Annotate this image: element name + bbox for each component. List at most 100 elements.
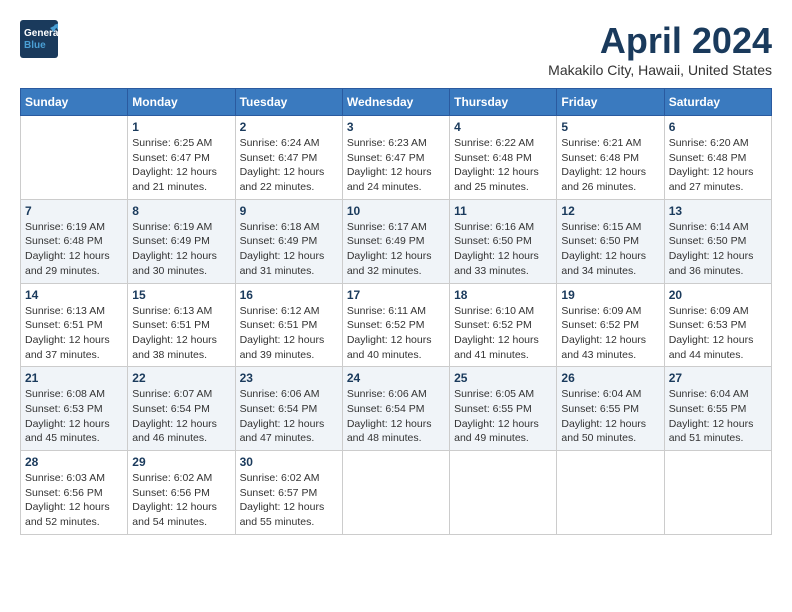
title-block: April 2024 Makakilo City, Hawaii, United… xyxy=(548,20,772,78)
day-info: Sunrise: 6:22 AM Sunset: 6:48 PM Dayligh… xyxy=(454,136,552,195)
day-info: Sunrise: 6:13 AM Sunset: 6:51 PM Dayligh… xyxy=(132,304,230,363)
calendar-week-row: 7 Sunrise: 6:19 AM Sunset: 6:48 PM Daylig… xyxy=(21,199,772,283)
calendar-cell: 17 Sunrise: 6:11 AM Sunset: 6:52 PM Dayli… xyxy=(342,283,449,367)
day-number: 17 xyxy=(347,288,445,302)
calendar-day-header: Tuesday xyxy=(235,89,342,116)
logo-icon: General Blue xyxy=(20,20,58,58)
calendar-week-row: 28Sunrise: 6:03 AM Sunset: 6:56 PM Dayli… xyxy=(21,451,772,535)
day-info: Sunrise: 6:25 AM Sunset: 6:47 PM Dayligh… xyxy=(132,136,230,195)
day-number: 22 xyxy=(132,371,230,385)
day-info: Sunrise: 6:14 AM Sunset: 6:50 PM Dayligh… xyxy=(669,220,767,279)
logo: General Blue xyxy=(20,20,58,58)
calendar-day-header: Saturday xyxy=(664,89,771,116)
calendar-cell xyxy=(21,116,128,200)
day-number: 23 xyxy=(240,371,338,385)
day-info: Sunrise: 6:12 AM Sunset: 6:51 PM Dayligh… xyxy=(240,304,338,363)
day-info: Sunrise: 6:13 AM Sunset: 6:51 PM Dayligh… xyxy=(25,304,123,363)
day-number: 10 xyxy=(347,204,445,218)
day-info: Sunrise: 6:04 AM Sunset: 6:55 PM Dayligh… xyxy=(561,387,659,446)
day-number: 5 xyxy=(561,120,659,134)
day-number: 8 xyxy=(132,204,230,218)
day-info: Sunrise: 6:23 AM Sunset: 6:47 PM Dayligh… xyxy=(347,136,445,195)
calendar-cell: 19 Sunrise: 6:09 AM Sunset: 6:52 PM Dayli… xyxy=(557,283,664,367)
day-number: 26 xyxy=(561,371,659,385)
day-number: 14 xyxy=(25,288,123,302)
calendar-cell: 27 Sunrise: 6:04 AM Sunset: 6:55 PM Dayli… xyxy=(664,367,771,451)
day-info: Sunrise: 6:19 AM Sunset: 6:49 PM Dayligh… xyxy=(132,220,230,279)
calendar-day-header: Friday xyxy=(557,89,664,116)
calendar-header-row: SundayMondayTuesdayWednesdayThursdayFrid… xyxy=(21,89,772,116)
day-number: 30 xyxy=(240,455,338,469)
day-info: Sunrise: 6:21 AM Sunset: 6:48 PM Dayligh… xyxy=(561,136,659,195)
day-info: Sunrise: 6:09 AM Sunset: 6:53 PM Dayligh… xyxy=(669,304,767,363)
day-number: 6 xyxy=(669,120,767,134)
calendar-week-row: 21Sunrise: 6:08 AM Sunset: 6:53 PM Dayli… xyxy=(21,367,772,451)
day-number: 3 xyxy=(347,120,445,134)
calendar-cell: 3 Sunrise: 6:23 AM Sunset: 6:47 PM Daylig… xyxy=(342,116,449,200)
calendar-cell: 13 Sunrise: 6:14 AM Sunset: 6:50 PM Dayli… xyxy=(664,199,771,283)
day-info: Sunrise: 6:16 AM Sunset: 6:50 PM Dayligh… xyxy=(454,220,552,279)
calendar-week-row: 1 Sunrise: 6:25 AM Sunset: 6:47 PM Daylig… xyxy=(21,116,772,200)
day-info: Sunrise: 6:19 AM Sunset: 6:48 PM Dayligh… xyxy=(25,220,123,279)
day-info: Sunrise: 6:24 AM Sunset: 6:47 PM Dayligh… xyxy=(240,136,338,195)
calendar-cell xyxy=(664,451,771,535)
calendar-cell: 16Sunrise: 6:12 AM Sunset: 6:51 PM Dayli… xyxy=(235,283,342,367)
calendar-day-header: Monday xyxy=(128,89,235,116)
day-info: Sunrise: 6:20 AM Sunset: 6:48 PM Dayligh… xyxy=(669,136,767,195)
calendar-day-header: Sunday xyxy=(21,89,128,116)
day-info: Sunrise: 6:04 AM Sunset: 6:55 PM Dayligh… xyxy=(669,387,767,446)
day-info: Sunrise: 6:06 AM Sunset: 6:54 PM Dayligh… xyxy=(240,387,338,446)
day-number: 18 xyxy=(454,288,552,302)
day-info: Sunrise: 6:07 AM Sunset: 6:54 PM Dayligh… xyxy=(132,387,230,446)
calendar-cell: 29Sunrise: 6:02 AM Sunset: 6:56 PM Dayli… xyxy=(128,451,235,535)
day-number: 21 xyxy=(25,371,123,385)
calendar-cell: 20Sunrise: 6:09 AM Sunset: 6:53 PM Dayli… xyxy=(664,283,771,367)
calendar-day-header: Thursday xyxy=(450,89,557,116)
day-number: 25 xyxy=(454,371,552,385)
day-number: 7 xyxy=(25,204,123,218)
calendar-cell: 2Sunrise: 6:24 AM Sunset: 6:47 PM Daylig… xyxy=(235,116,342,200)
day-number: 13 xyxy=(669,204,767,218)
day-number: 1 xyxy=(132,120,230,134)
day-number: 11 xyxy=(454,204,552,218)
svg-text:Blue: Blue xyxy=(24,40,46,51)
day-info: Sunrise: 6:10 AM Sunset: 6:52 PM Dayligh… xyxy=(454,304,552,363)
day-info: Sunrise: 6:17 AM Sunset: 6:49 PM Dayligh… xyxy=(347,220,445,279)
day-info: Sunrise: 6:09 AM Sunset: 6:52 PM Dayligh… xyxy=(561,304,659,363)
calendar-cell: 30 Sunrise: 6:02 AM Sunset: 6:57 PM Dayli… xyxy=(235,451,342,535)
day-number: 24 xyxy=(347,371,445,385)
day-info: Sunrise: 6:02 AM Sunset: 6:57 PM Dayligh… xyxy=(240,471,338,530)
main-title: April 2024 xyxy=(548,20,772,62)
calendar-cell: 14 Sunrise: 6:13 AM Sunset: 6:51 PM Dayli… xyxy=(21,283,128,367)
day-info: Sunrise: 6:11 AM Sunset: 6:52 PM Dayligh… xyxy=(347,304,445,363)
calendar-cell xyxy=(450,451,557,535)
calendar-cell: 12 Sunrise: 6:15 AM Sunset: 6:50 PM Dayli… xyxy=(557,199,664,283)
day-number: 15 xyxy=(132,288,230,302)
day-number: 27 xyxy=(669,371,767,385)
calendar-cell: 11 Sunrise: 6:16 AM Sunset: 6:50 PM Dayli… xyxy=(450,199,557,283)
day-number: 9 xyxy=(240,204,338,218)
day-info: Sunrise: 6:15 AM Sunset: 6:50 PM Dayligh… xyxy=(561,220,659,279)
calendar-cell: 22 Sunrise: 6:07 AM Sunset: 6:54 PM Dayli… xyxy=(128,367,235,451)
page-header: General Blue April 2024 Makakilo City, H… xyxy=(20,20,772,78)
calendar-cell: 15 Sunrise: 6:13 AM Sunset: 6:51 PM Dayli… xyxy=(128,283,235,367)
calendar-week-row: 14 Sunrise: 6:13 AM Sunset: 6:51 PM Dayli… xyxy=(21,283,772,367)
calendar-cell: 5 Sunrise: 6:21 AM Sunset: 6:48 PM Daylig… xyxy=(557,116,664,200)
calendar-cell: 26 Sunrise: 6:04 AM Sunset: 6:55 PM Dayli… xyxy=(557,367,664,451)
day-number: 29 xyxy=(132,455,230,469)
calendar-cell: 23 Sunrise: 6:06 AM Sunset: 6:54 PM Dayli… xyxy=(235,367,342,451)
calendar-cell xyxy=(342,451,449,535)
calendar-cell: 4 Sunrise: 6:22 AM Sunset: 6:48 PM Daylig… xyxy=(450,116,557,200)
day-number: 12 xyxy=(561,204,659,218)
calendar-cell: 10 Sunrise: 6:17 AM Sunset: 6:49 PM Dayli… xyxy=(342,199,449,283)
calendar-body: 1 Sunrise: 6:25 AM Sunset: 6:47 PM Daylig… xyxy=(21,116,772,535)
calendar-cell: 18 Sunrise: 6:10 AM Sunset: 6:52 PM Dayli… xyxy=(450,283,557,367)
calendar-cell: 7 Sunrise: 6:19 AM Sunset: 6:48 PM Daylig… xyxy=(21,199,128,283)
calendar-table: SundayMondayTuesdayWednesdayThursdayFrid… xyxy=(20,88,772,535)
calendar-cell: 6 Sunrise: 6:20 AM Sunset: 6:48 PM Daylig… xyxy=(664,116,771,200)
subtitle: Makakilo City, Hawaii, United States xyxy=(548,62,772,78)
day-info: Sunrise: 6:18 AM Sunset: 6:49 PM Dayligh… xyxy=(240,220,338,279)
day-number: 4 xyxy=(454,120,552,134)
day-number: 19 xyxy=(561,288,659,302)
day-info: Sunrise: 6:03 AM Sunset: 6:56 PM Dayligh… xyxy=(25,471,123,530)
